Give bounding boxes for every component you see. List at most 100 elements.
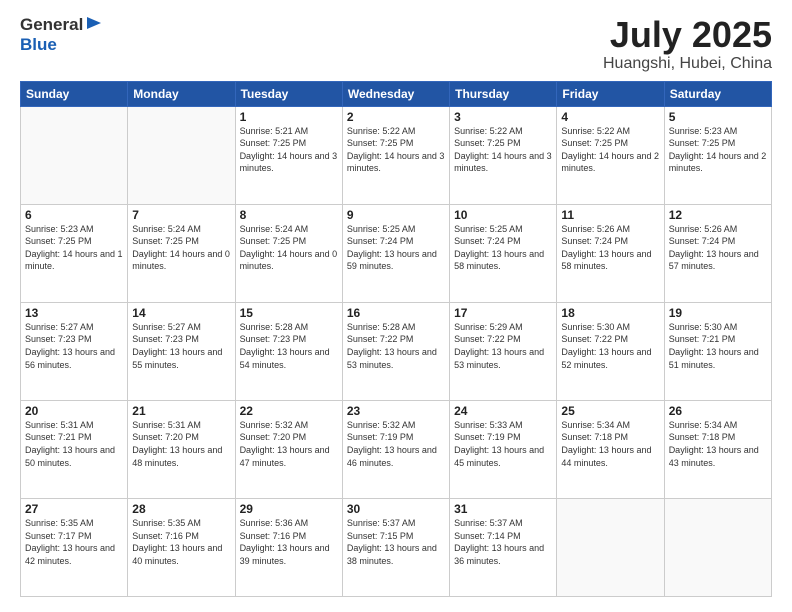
- weekday-header-row: SundayMondayTuesdayWednesdayThursdayFrid…: [21, 81, 772, 106]
- calendar-week-5: 27Sunrise: 5:35 AM Sunset: 7:17 PM Dayli…: [21, 498, 772, 596]
- day-info: Sunrise: 5:29 AM Sunset: 7:22 PM Dayligh…: [454, 321, 552, 371]
- day-number: 1: [240, 110, 338, 124]
- day-number: 29: [240, 502, 338, 516]
- day-info: Sunrise: 5:30 AM Sunset: 7:22 PM Dayligh…: [561, 321, 659, 371]
- day-number: 4: [561, 110, 659, 124]
- calendar-cell: 31Sunrise: 5:37 AM Sunset: 7:14 PM Dayli…: [450, 498, 557, 596]
- calendar-cell: 11Sunrise: 5:26 AM Sunset: 7:24 PM Dayli…: [557, 204, 664, 302]
- day-number: 10: [454, 208, 552, 222]
- day-info: Sunrise: 5:34 AM Sunset: 7:18 PM Dayligh…: [669, 419, 767, 469]
- logo-flag-icon: [85, 17, 103, 33]
- weekday-header-wednesday: Wednesday: [342, 81, 449, 106]
- calendar-cell: 20Sunrise: 5:31 AM Sunset: 7:21 PM Dayli…: [21, 400, 128, 498]
- calendar-cell: 15Sunrise: 5:28 AM Sunset: 7:23 PM Dayli…: [235, 302, 342, 400]
- day-number: 3: [454, 110, 552, 124]
- day-info: Sunrise: 5:27 AM Sunset: 7:23 PM Dayligh…: [25, 321, 123, 371]
- logo: General Blue: [20, 15, 103, 55]
- day-number: 19: [669, 306, 767, 320]
- day-info: Sunrise: 5:35 AM Sunset: 7:16 PM Dayligh…: [132, 517, 230, 567]
- day-info: Sunrise: 5:32 AM Sunset: 7:19 PM Dayligh…: [347, 419, 445, 469]
- day-info: Sunrise: 5:25 AM Sunset: 7:24 PM Dayligh…: [454, 223, 552, 273]
- day-info: Sunrise: 5:22 AM Sunset: 7:25 PM Dayligh…: [561, 125, 659, 175]
- day-info: Sunrise: 5:21 AM Sunset: 7:25 PM Dayligh…: [240, 125, 338, 175]
- day-info: Sunrise: 5:23 AM Sunset: 7:25 PM Dayligh…: [25, 223, 123, 273]
- day-number: 28: [132, 502, 230, 516]
- day-info: Sunrise: 5:32 AM Sunset: 7:20 PM Dayligh…: [240, 419, 338, 469]
- day-number: 2: [347, 110, 445, 124]
- calendar-cell: 21Sunrise: 5:31 AM Sunset: 7:20 PM Dayli…: [128, 400, 235, 498]
- calendar-cell: 30Sunrise: 5:37 AM Sunset: 7:15 PM Dayli…: [342, 498, 449, 596]
- day-number: 8: [240, 208, 338, 222]
- calendar-cell: 12Sunrise: 5:26 AM Sunset: 7:24 PM Dayli…: [664, 204, 771, 302]
- day-number: 11: [561, 208, 659, 222]
- calendar-cell: 6Sunrise: 5:23 AM Sunset: 7:25 PM Daylig…: [21, 204, 128, 302]
- day-number: 26: [669, 404, 767, 418]
- title-block: July 2025 Huangshi, Hubei, China: [603, 15, 772, 73]
- weekday-header-sunday: Sunday: [21, 81, 128, 106]
- day-number: 7: [132, 208, 230, 222]
- day-number: 30: [347, 502, 445, 516]
- day-number: 20: [25, 404, 123, 418]
- day-info: Sunrise: 5:26 AM Sunset: 7:24 PM Dayligh…: [669, 223, 767, 273]
- day-info: Sunrise: 5:26 AM Sunset: 7:24 PM Dayligh…: [561, 223, 659, 273]
- calendar-cell: 23Sunrise: 5:32 AM Sunset: 7:19 PM Dayli…: [342, 400, 449, 498]
- calendar-week-1: 1Sunrise: 5:21 AM Sunset: 7:25 PM Daylig…: [21, 106, 772, 204]
- calendar-cell: 24Sunrise: 5:33 AM Sunset: 7:19 PM Dayli…: [450, 400, 557, 498]
- day-info: Sunrise: 5:36 AM Sunset: 7:16 PM Dayligh…: [240, 517, 338, 567]
- day-number: 12: [669, 208, 767, 222]
- calendar-cell: 22Sunrise: 5:32 AM Sunset: 7:20 PM Dayli…: [235, 400, 342, 498]
- day-info: Sunrise: 5:37 AM Sunset: 7:14 PM Dayligh…: [454, 517, 552, 567]
- calendar-cell: 5Sunrise: 5:23 AM Sunset: 7:25 PM Daylig…: [664, 106, 771, 204]
- calendar-cell: 2Sunrise: 5:22 AM Sunset: 7:25 PM Daylig…: [342, 106, 449, 204]
- calendar-cell: 1Sunrise: 5:21 AM Sunset: 7:25 PM Daylig…: [235, 106, 342, 204]
- calendar-week-4: 20Sunrise: 5:31 AM Sunset: 7:21 PM Dayli…: [21, 400, 772, 498]
- day-number: 22: [240, 404, 338, 418]
- day-number: 24: [454, 404, 552, 418]
- calendar-cell: 7Sunrise: 5:24 AM Sunset: 7:25 PM Daylig…: [128, 204, 235, 302]
- day-info: Sunrise: 5:24 AM Sunset: 7:25 PM Dayligh…: [132, 223, 230, 273]
- day-number: 6: [25, 208, 123, 222]
- day-info: Sunrise: 5:31 AM Sunset: 7:21 PM Dayligh…: [25, 419, 123, 469]
- day-info: Sunrise: 5:22 AM Sunset: 7:25 PM Dayligh…: [454, 125, 552, 175]
- day-number: 21: [132, 404, 230, 418]
- calendar-cell: 18Sunrise: 5:30 AM Sunset: 7:22 PM Dayli…: [557, 302, 664, 400]
- day-info: Sunrise: 5:35 AM Sunset: 7:17 PM Dayligh…: [25, 517, 123, 567]
- calendar-cell: 13Sunrise: 5:27 AM Sunset: 7:23 PM Dayli…: [21, 302, 128, 400]
- calendar-cell: 25Sunrise: 5:34 AM Sunset: 7:18 PM Dayli…: [557, 400, 664, 498]
- calendar-cell: 27Sunrise: 5:35 AM Sunset: 7:17 PM Dayli…: [21, 498, 128, 596]
- day-number: 17: [454, 306, 552, 320]
- month-title: July 2025: [603, 15, 772, 55]
- calendar-cell: 28Sunrise: 5:35 AM Sunset: 7:16 PM Dayli…: [128, 498, 235, 596]
- calendar-cell: [21, 106, 128, 204]
- calendar-cell: [664, 498, 771, 596]
- day-info: Sunrise: 5:30 AM Sunset: 7:21 PM Dayligh…: [669, 321, 767, 371]
- day-info: Sunrise: 5:33 AM Sunset: 7:19 PM Dayligh…: [454, 419, 552, 469]
- weekday-header-saturday: Saturday: [664, 81, 771, 106]
- calendar-week-3: 13Sunrise: 5:27 AM Sunset: 7:23 PM Dayli…: [21, 302, 772, 400]
- day-number: 25: [561, 404, 659, 418]
- calendar-cell: 8Sunrise: 5:24 AM Sunset: 7:25 PM Daylig…: [235, 204, 342, 302]
- day-info: Sunrise: 5:28 AM Sunset: 7:23 PM Dayligh…: [240, 321, 338, 371]
- day-number: 31: [454, 502, 552, 516]
- header: General Blue July 2025 Huangshi, Hubei, …: [20, 15, 772, 73]
- day-number: 14: [132, 306, 230, 320]
- weekday-header-friday: Friday: [557, 81, 664, 106]
- calendar-cell: 4Sunrise: 5:22 AM Sunset: 7:25 PM Daylig…: [557, 106, 664, 204]
- location-title: Huangshi, Hubei, China: [603, 55, 772, 73]
- calendar-cell: 29Sunrise: 5:36 AM Sunset: 7:16 PM Dayli…: [235, 498, 342, 596]
- day-info: Sunrise: 5:28 AM Sunset: 7:22 PM Dayligh…: [347, 321, 445, 371]
- day-number: 16: [347, 306, 445, 320]
- day-number: 15: [240, 306, 338, 320]
- weekday-header-thursday: Thursday: [450, 81, 557, 106]
- calendar-cell: [557, 498, 664, 596]
- calendar-cell: 3Sunrise: 5:22 AM Sunset: 7:25 PM Daylig…: [450, 106, 557, 204]
- page: General Blue July 2025 Huangshi, Hubei, …: [0, 0, 792, 612]
- weekday-header-monday: Monday: [128, 81, 235, 106]
- day-number: 5: [669, 110, 767, 124]
- day-number: 9: [347, 208, 445, 222]
- day-number: 23: [347, 404, 445, 418]
- day-number: 18: [561, 306, 659, 320]
- logo-general-text: General: [20, 15, 83, 35]
- weekday-header-tuesday: Tuesday: [235, 81, 342, 106]
- day-number: 27: [25, 502, 123, 516]
